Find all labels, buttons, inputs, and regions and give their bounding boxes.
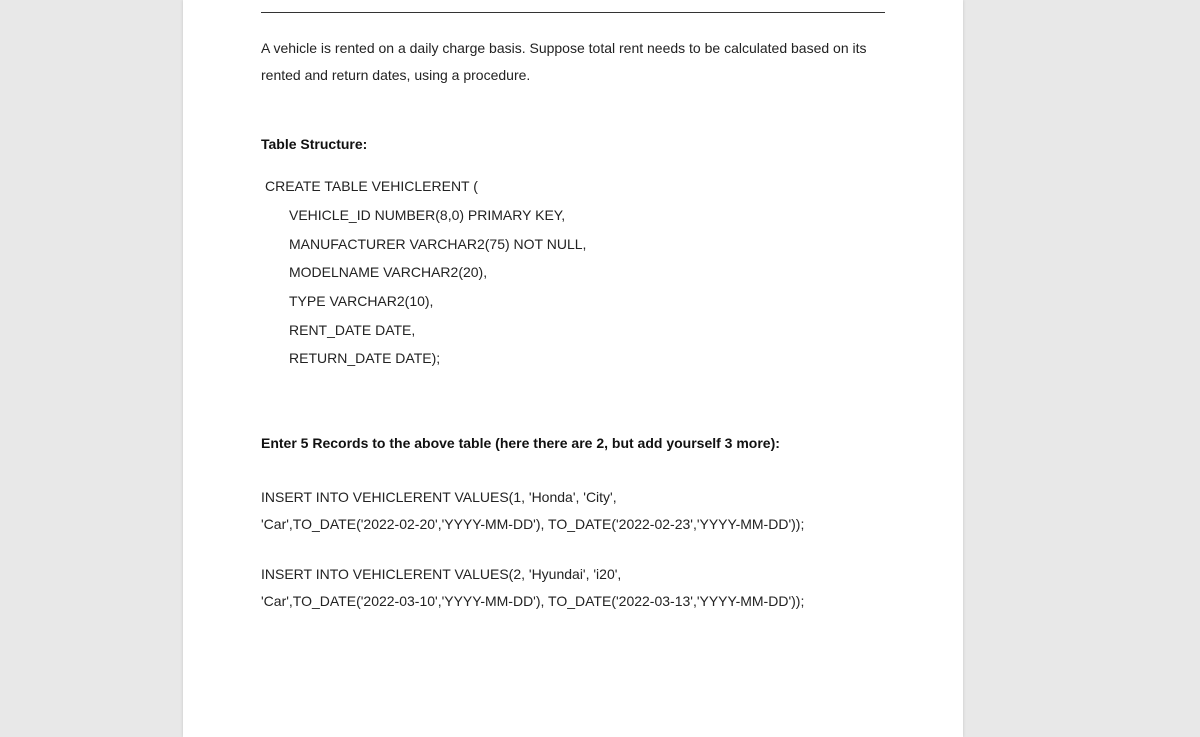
code-line: VEHICLE_ID NUMBER(8,0) PRIMARY KEY, [261,201,885,230]
code-line: RETURN_DATE DATE); [261,344,885,373]
code-line: RENT_DATE DATE, [261,316,885,345]
code-line: 'Car',TO_DATE('2022-02-20','YYYY-MM-DD')… [261,511,885,538]
code-line: MANUFACTURER VARCHAR2(75) NOT NULL, [261,230,885,259]
table-structure-heading: Table Structure: [261,136,885,152]
code-line: INSERT INTO VEHICLERENT VALUES(2, 'Hyund… [261,561,885,588]
enter-records-heading: Enter 5 Records to the above table (here… [261,433,885,454]
insert-statement: INSERT INTO VEHICLERENT VALUES(2, 'Hyund… [261,561,885,616]
code-line: 'Car',TO_DATE('2022-03-10','YYYY-MM-DD')… [261,588,885,615]
insert-statement: INSERT INTO VEHICLERENT VALUES(1, 'Honda… [261,484,885,539]
intro-paragraph: A vehicle is rented on a daily charge ba… [261,35,885,88]
create-table-block: CREATE TABLE VEHICLERENT ( VEHICLE_ID NU… [261,172,885,373]
code-line: CREATE TABLE VEHICLERENT ( [261,172,885,201]
code-line: TYPE VARCHAR2(10), [261,287,885,316]
horizontal-rule [261,12,885,13]
code-line: MODELNAME VARCHAR2(20), [261,258,885,287]
code-line: INSERT INTO VEHICLERENT VALUES(1, 'Honda… [261,484,885,511]
document-content: A vehicle is rented on a daily charge ba… [183,12,963,615]
document-page: A vehicle is rented on a daily charge ba… [183,0,963,737]
